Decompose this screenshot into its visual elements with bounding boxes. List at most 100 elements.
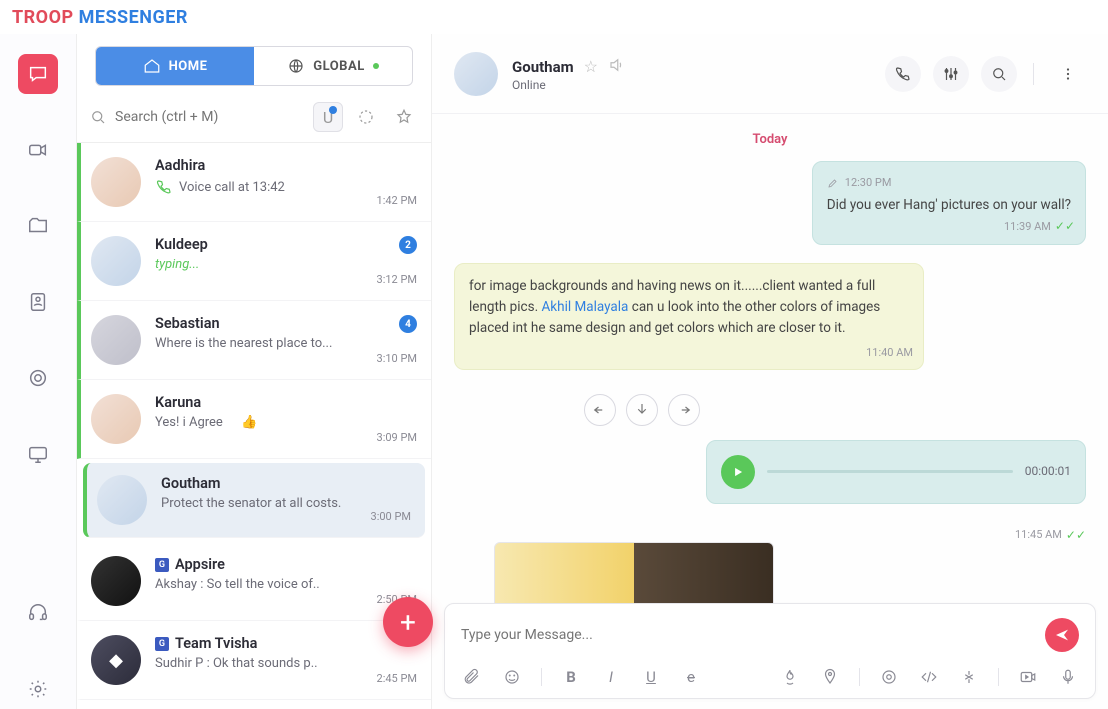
chat-item[interactable]: Aadhira Voice call at 13:42 1:42 PM bbox=[77, 143, 431, 222]
chat-preview: typing... bbox=[155, 257, 417, 272]
contact-name: Goutham bbox=[512, 58, 574, 76]
code-button[interactable] bbox=[918, 666, 940, 688]
avatar bbox=[91, 236, 141, 286]
chat-name: Karuna bbox=[155, 394, 417, 411]
contact-status: Online bbox=[512, 78, 626, 92]
group-icon: G bbox=[155, 637, 169, 651]
search-icon bbox=[89, 108, 107, 126]
chat-time: 3:10 PM bbox=[377, 352, 417, 365]
chat-preview: Protect the senator at all costs. bbox=[161, 496, 415, 511]
received-message[interactable]: for image backgrounds and having news on… bbox=[454, 263, 924, 370]
tab-global[interactable]: GLOBAL bbox=[254, 47, 412, 85]
voice-call-icon bbox=[155, 178, 173, 196]
edit-icon bbox=[827, 177, 839, 189]
rail-files-icon[interactable] bbox=[18, 206, 58, 246]
rail-desktop-icon[interactable] bbox=[18, 434, 58, 474]
chat-name: Sebastian bbox=[155, 315, 417, 332]
chat-preview: Akshay : So tell the voice of.. bbox=[155, 577, 417, 592]
unread-badge: 4 bbox=[399, 315, 417, 333]
attach-button[interactable] bbox=[461, 666, 483, 688]
message-composer: B I U e bbox=[444, 603, 1096, 699]
scope-tabs: HOME GLOBAL bbox=[95, 46, 413, 86]
more-menu-button[interactable] bbox=[1050, 56, 1086, 92]
app-topbar: TROOP MESSENGER bbox=[0, 0, 1108, 34]
avatar bbox=[91, 315, 141, 365]
search-in-chat-button[interactable] bbox=[981, 56, 1017, 92]
burnout-button[interactable] bbox=[779, 666, 801, 688]
avatar bbox=[97, 475, 147, 525]
voice-record-button[interactable] bbox=[1057, 666, 1079, 688]
rail-video-icon[interactable] bbox=[18, 130, 58, 170]
chat-name: Aadhira bbox=[155, 157, 417, 174]
emoji-button[interactable] bbox=[501, 666, 523, 688]
voice-progress[interactable] bbox=[767, 470, 1013, 473]
reply-action[interactable] bbox=[584, 394, 616, 426]
chat-item[interactable]: GAppsire Akshay : So tell the voice of..… bbox=[77, 542, 431, 621]
rail-activity-icon[interactable] bbox=[18, 358, 58, 398]
tab-home[interactable]: HOME bbox=[96, 47, 254, 85]
play-button[interactable] bbox=[721, 455, 755, 489]
voice-message[interactable]: 00:00:01 bbox=[706, 440, 1086, 504]
forkout-button[interactable] bbox=[958, 666, 980, 688]
favorite-star-icon[interactable]: ☆ bbox=[584, 57, 598, 76]
unread-filter-button[interactable]: U bbox=[313, 102, 343, 132]
sent-message[interactable]: 12:30 PM Did you ever Hang' pictures on … bbox=[812, 161, 1086, 245]
send-button[interactable] bbox=[1045, 618, 1079, 652]
mute-icon[interactable] bbox=[608, 56, 626, 78]
filter-button[interactable] bbox=[351, 102, 381, 132]
chat-sidebar: HOME GLOBAL U Aadhira bbox=[76, 34, 432, 709]
search-bar: U bbox=[77, 96, 431, 143]
rail-chats-icon[interactable] bbox=[18, 54, 58, 94]
chat-preview: Yes! i Agree 👍 bbox=[155, 415, 417, 430]
avatar bbox=[91, 394, 141, 444]
chat-time: 1:42 PM bbox=[377, 194, 417, 207]
search-input[interactable] bbox=[115, 109, 305, 125]
chat-time: 3:12 PM bbox=[377, 273, 417, 286]
download-action[interactable] bbox=[626, 394, 658, 426]
favorite-filter-button[interactable] bbox=[389, 102, 419, 132]
call-button[interactable] bbox=[885, 56, 921, 92]
chat-name: Kuldeep bbox=[155, 236, 417, 253]
rail-contacts-icon[interactable] bbox=[18, 282, 58, 322]
chat-item[interactable]: Sebastian Where is the nearest place to.… bbox=[77, 301, 431, 380]
chat-time: 2:45 PM bbox=[377, 672, 417, 685]
user-mention[interactable]: Akhil Malayala bbox=[541, 299, 628, 315]
strikethrough-button[interactable]: e bbox=[680, 666, 702, 688]
new-chat-fab[interactable]: + bbox=[383, 597, 433, 647]
underline-button[interactable]: U bbox=[640, 666, 662, 688]
group-icon: G bbox=[155, 558, 169, 572]
record-button[interactable] bbox=[878, 666, 900, 688]
video-message-button[interactable] bbox=[1017, 666, 1039, 688]
chat-item[interactable]: Kuldeep typing... 2 3:12 PM bbox=[77, 222, 431, 301]
chat-item[interactable]: Karuna Yes! i Agree 👍 3:09 PM bbox=[77, 380, 431, 459]
avatar bbox=[454, 52, 498, 96]
bold-button[interactable]: B bbox=[560, 666, 582, 688]
chat-item[interactable]: ◆ GTeam Tvisha Sudhir P : Ok that sounds… bbox=[77, 621, 431, 700]
voice-duration: 00:00:01 bbox=[1025, 462, 1071, 481]
unread-badge: 2 bbox=[399, 236, 417, 254]
italic-button[interactable]: I bbox=[600, 666, 622, 688]
avatar bbox=[91, 157, 141, 207]
conversation-header: Goutham ☆ Online bbox=[432, 34, 1108, 114]
rail-settings-icon[interactable] bbox=[18, 669, 58, 709]
thumbs-up-icon: 👍 bbox=[241, 415, 257, 430]
avatar bbox=[91, 556, 141, 606]
location-button[interactable] bbox=[819, 666, 841, 688]
conversation-pane: Goutham ☆ Online Today 12:30 PM Did you … bbox=[432, 34, 1108, 709]
settings-button[interactable] bbox=[933, 56, 969, 92]
chat-preview: Where is the nearest place to... bbox=[155, 336, 417, 351]
app-logo: TROOP MESSENGER bbox=[12, 7, 188, 28]
global-status-dot bbox=[373, 63, 379, 69]
date-separator: Today bbox=[454, 132, 1086, 147]
chat-item[interactable]: Goutham Protect the senator at all costs… bbox=[83, 463, 425, 538]
forward-action[interactable] bbox=[668, 394, 700, 426]
chat-preview: Sudhir P : Ok that sounds p.. bbox=[155, 656, 417, 671]
message-area: Today 12:30 PM Did you ever Hang' pictur… bbox=[432, 114, 1108, 603]
message-input[interactable] bbox=[461, 627, 1045, 643]
read-receipt-icon: ✓✓ bbox=[1066, 528, 1086, 542]
nav-rail bbox=[0, 34, 76, 709]
image-attachment[interactable] bbox=[494, 542, 774, 603]
rail-support-icon[interactable] bbox=[18, 593, 58, 633]
read-receipt-icon: ✓✓ bbox=[1055, 217, 1075, 236]
chat-name: Goutham bbox=[161, 475, 415, 492]
